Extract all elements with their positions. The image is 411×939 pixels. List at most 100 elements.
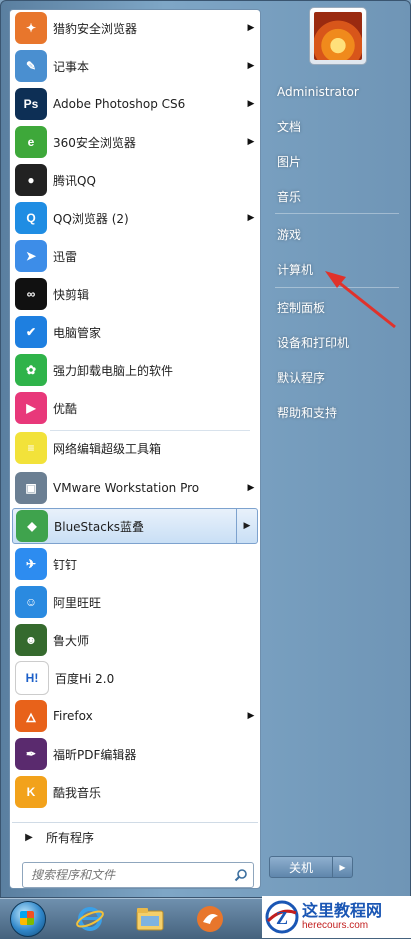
program-item[interactable]: ✦ 猎豹安全浏览器 ▶ (12, 10, 258, 46)
uninstall-clover-icon: ✿ (15, 354, 47, 386)
computer-link[interactable]: 计算机 (271, 257, 403, 283)
submenu-arrow-icon[interactable]: ▶ (244, 99, 258, 109)
internet-explorer-icon (76, 907, 104, 931)
shutdown-button[interactable]: 关机 (269, 856, 333, 878)
360-browser-icon: e (15, 126, 47, 158)
program-item[interactable]: ☻ 鲁大师 (12, 622, 258, 658)
foxit-pdf-icon: ✒ (15, 738, 47, 770)
qq-browser-icon: Q (15, 202, 47, 234)
program-label: Firefox (53, 709, 93, 723)
devices-printers-link[interactable]: 设备和打印机 (271, 330, 403, 356)
triangle-right-icon: ▶ (339, 862, 346, 872)
bluestacks-icon: ◆ (16, 510, 48, 542)
vmware-icon: ▣ (15, 472, 47, 504)
program-item[interactable]: K 酷我音乐 (12, 774, 258, 810)
program-item[interactable]: ∞ 快剪辑 (12, 276, 258, 312)
program-label: Adobe Photoshop CS6 (53, 97, 186, 111)
program-item[interactable]: H! 百度Hi 2.0 (12, 660, 258, 696)
qq-penguin-icon: ● (15, 164, 47, 196)
toolbox-stripes-icon: ≡ (15, 432, 47, 464)
program-label: 网络编辑超级工具箱 (53, 441, 162, 456)
shutdown-options-button[interactable]: ▶ (333, 856, 353, 878)
submenu-arrow-icon[interactable]: ▶ (244, 483, 258, 493)
windows-orb-icon (10, 901, 46, 937)
submenu-arrow-icon[interactable]: ▶ (244, 213, 258, 223)
places-divider (275, 287, 399, 288)
program-item[interactable]: ✔ 电脑管家 (12, 314, 258, 350)
program-label: 快剪辑 (53, 287, 90, 302)
program-item[interactable]: Ps Adobe Photoshop CS6 ▶ (12, 86, 258, 122)
program-item[interactable]: ≡ 网络编辑超级工具箱 (12, 430, 258, 466)
places-pane: Administrator 文档图片音乐游戏计算机控制面板设备和打印机 默认程序帮助… (263, 1, 411, 899)
taskbar-explorer[interactable] (126, 901, 174, 937)
submenu-arrow-icon[interactable]: ▶ (244, 61, 258, 71)
program-item[interactable]: ☺ 阿里旺旺 (12, 584, 258, 620)
flower-picture (314, 12, 362, 60)
taskbar-ie[interactable] (66, 901, 114, 937)
start-button[interactable] (4, 901, 52, 937)
program-label: 百度Hi 2.0 (55, 671, 115, 686)
xunlei-icon: ➤ (15, 240, 47, 272)
triangle-right-icon: ▶ (25, 831, 33, 843)
program-item[interactable]: ➤ 迅雷 (12, 238, 258, 274)
user-name-link[interactable]: Administrator (271, 79, 403, 105)
program-item[interactable]: Q QQ浏览器 (2) ▶ (12, 200, 258, 236)
taskbar-cheetah-browser[interactable] (186, 901, 234, 937)
program-label: QQ浏览器 (2) (53, 211, 129, 226)
program-item[interactable]: ✈ 钉钉 (12, 546, 258, 582)
program-item[interactable]: e 360安全浏览器 ▶ (12, 124, 258, 160)
pc-manager-shield-icon: ✔ (15, 316, 47, 348)
ludashi-icon: ☻ (15, 624, 47, 656)
aliwangwang-icon: ☺ (15, 586, 47, 618)
program-label: 360安全浏览器 (53, 135, 136, 150)
submenu-arrow-icon[interactable]: ▶ (244, 23, 258, 33)
program-label: 优酷 (53, 401, 78, 416)
submenu-arrow-icon[interactable]: ▶ (244, 711, 258, 721)
program-label: 强力卸载电脑上的软件 (53, 363, 174, 378)
default-programs-link[interactable]: 默认程序 (271, 365, 403, 391)
program-item[interactable]: ◆ BlueStacks蓝叠 ▶ (12, 508, 258, 544)
watermark: Z 这里教程网 herecours.com (262, 896, 411, 938)
program-item[interactable]: ▶ 优酷 (12, 390, 258, 426)
youku-icon: ▶ (15, 392, 47, 424)
svg-text:Z: Z (276, 908, 288, 928)
program-label: 迅雷 (53, 249, 78, 264)
notepad-icon: ✎ (15, 50, 47, 82)
kuwo-music-icon: K (15, 776, 47, 808)
documents-link[interactable]: 文档 (271, 114, 403, 140)
program-label: 酷我音乐 (53, 785, 102, 800)
program-label: 钉钉 (53, 557, 78, 572)
cheetah-browser-icon: ✦ (15, 12, 47, 44)
search-box[interactable] (22, 862, 254, 888)
program-label: 猎豹安全浏览器 (53, 21, 138, 36)
music-link[interactable]: 音乐 (271, 184, 403, 210)
photoshop-icon: Ps (15, 88, 47, 120)
all-programs-label: 所有程序 (46, 830, 95, 845)
programs-pane: ✦ 猎豹安全浏览器 ▶ ✎ 记事本 ▶ Ps Adobe Photoshop CS6 ▶ e 360… (9, 9, 261, 889)
pictures-link[interactable]: 图片 (271, 149, 403, 175)
program-item[interactable]: ✿ 强力卸载电脑上的软件 (12, 352, 258, 388)
program-item[interactable]: ✎ 记事本 ▶ (12, 48, 258, 84)
control-panel-link[interactable]: 控制面板 (271, 295, 403, 321)
program-item[interactable]: ● 腾讯QQ (12, 162, 258, 198)
program-item[interactable]: ✒ 福昕PDF编辑器 (12, 736, 258, 772)
all-programs-button[interactable]: ▶ 所有程序 (12, 822, 258, 851)
program-label: 福昕PDF编辑器 (53, 747, 137, 762)
program-label: 阿里旺旺 (53, 595, 102, 610)
search-icon[interactable] (229, 863, 253, 887)
program-item[interactable]: 🜂 Firefox ▶ (12, 698, 258, 734)
watermark-logo: Z (262, 897, 302, 937)
submenu-arrow-icon[interactable]: ▶ (244, 137, 258, 147)
games-link[interactable]: 游戏 (271, 222, 403, 248)
search-input[interactable] (29, 867, 229, 883)
program-label: BlueStacks蓝叠 (54, 519, 145, 534)
program-label: 腾讯QQ (53, 173, 96, 188)
start-menu: ✦ 猎豹安全浏览器 ▶ ✎ 记事本 ▶ Ps Adobe Photoshop CS6 ▶ e 360… (0, 0, 411, 898)
program-label: 鲁大师 (53, 633, 90, 648)
watermark-url: herecours.com (302, 920, 369, 931)
user-avatar[interactable] (309, 7, 367, 65)
program-item[interactable]: ▣ VMware Workstation Pro ▶ (12, 470, 258, 506)
help-support-link[interactable]: 帮助和支持 (271, 400, 403, 426)
program-label: 电脑管家 (53, 325, 102, 340)
submenu-arrow-icon[interactable]: ▶ (236, 509, 257, 543)
